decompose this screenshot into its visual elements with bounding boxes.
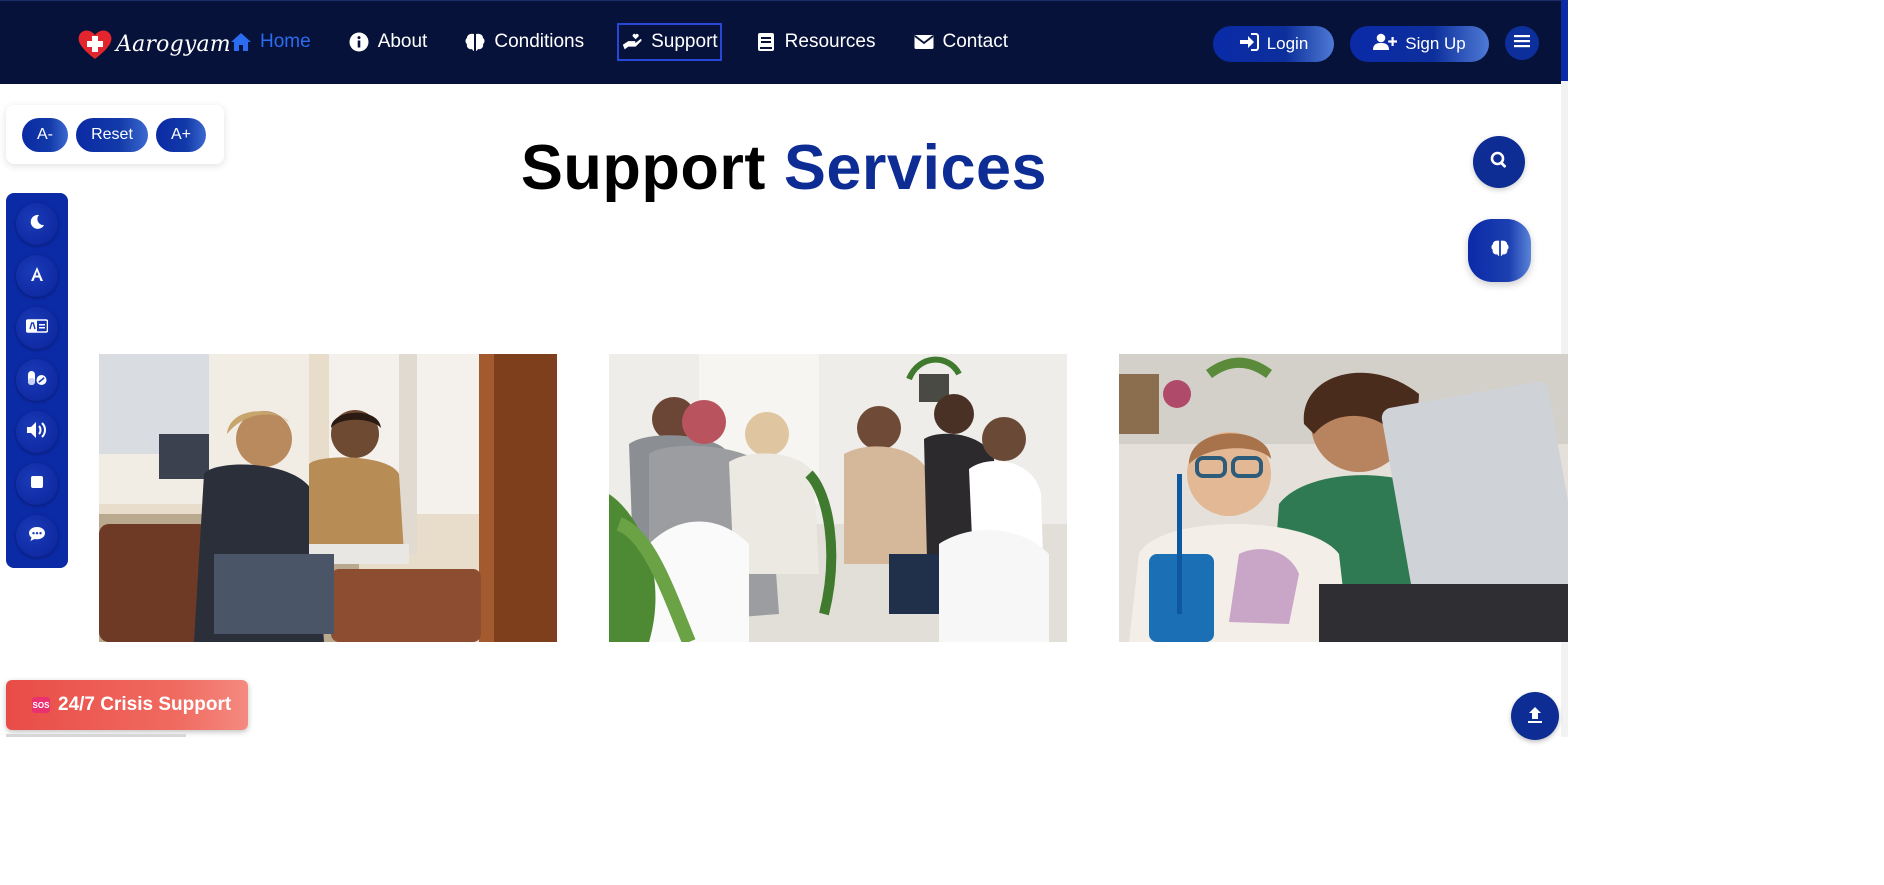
accessibility-toolbar bbox=[6, 193, 68, 568]
chat-button[interactable] bbox=[16, 515, 58, 557]
login-label: Login bbox=[1266, 34, 1309, 53]
stop-speech-button[interactable] bbox=[16, 463, 58, 505]
nav-support-label: Support bbox=[651, 31, 718, 52]
language-card-icon bbox=[25, 318, 49, 339]
comment-icon bbox=[28, 526, 46, 547]
home-icon bbox=[230, 31, 252, 53]
brand-logo[interactable]: Aarogyam bbox=[76, 27, 231, 61]
nav-support[interactable]: Support bbox=[617, 23, 722, 61]
stop-icon bbox=[30, 475, 44, 494]
login-button[interactable]: Login bbox=[1213, 26, 1334, 62]
dyslexia-font-button[interactable] bbox=[16, 255, 58, 297]
search-icon bbox=[1490, 151, 1508, 174]
brain-icon bbox=[464, 31, 486, 53]
sign-in-icon bbox=[1239, 32, 1259, 56]
nav-contact-label: Contact bbox=[942, 31, 1008, 52]
book-icon bbox=[755, 31, 777, 53]
nav-home-label: Home bbox=[260, 31, 311, 52]
nav-about-label: About bbox=[377, 31, 428, 52]
top-navbar: Aarogyam Home About Conditions Support R… bbox=[0, 0, 1568, 84]
nav-resources-label: Resources bbox=[784, 31, 876, 52]
nav-home[interactable]: Home bbox=[226, 23, 315, 61]
user-plus-icon bbox=[1373, 33, 1398, 56]
arrow-up-icon bbox=[1525, 704, 1545, 729]
font-icon bbox=[29, 266, 45, 287]
title-part-2: Services bbox=[783, 133, 1048, 203]
nav-conditions-label: Conditions bbox=[494, 31, 585, 52]
hand-holding-heart-icon bbox=[621, 31, 643, 53]
mental-health-assistant-button[interactable] bbox=[1468, 219, 1531, 282]
crisis-support-label: 24/7 Crisis Support bbox=[58, 694, 232, 715]
medication-button[interactable] bbox=[16, 359, 58, 401]
scroll-to-top-button[interactable] bbox=[1511, 692, 1559, 740]
search-button[interactable] bbox=[1473, 136, 1525, 188]
heart-cross-icon bbox=[76, 27, 114, 61]
translate-button[interactable] bbox=[16, 307, 58, 349]
info-circle-icon bbox=[348, 31, 370, 53]
volume-icon bbox=[26, 421, 48, 444]
service-image-group-therapy[interactable] bbox=[609, 354, 1067, 642]
pills-icon bbox=[27, 370, 47, 391]
brain-icon bbox=[1490, 239, 1510, 262]
crisis-support-button[interactable]: SOS 24/7 Crisis Support bbox=[6, 680, 248, 730]
sos-icon: SOS bbox=[32, 697, 50, 713]
nav-contact[interactable]: Contact bbox=[909, 23, 1012, 61]
menu-button[interactable] bbox=[1505, 26, 1539, 60]
nav-resources[interactable]: Resources bbox=[751, 23, 880, 61]
title-part-1: Support bbox=[520, 133, 766, 203]
text-to-speech-button[interactable] bbox=[16, 411, 58, 453]
dark-mode-button[interactable] bbox=[16, 203, 58, 245]
page-title: Support Services bbox=[0, 132, 1568, 204]
service-image-child-support[interactable] bbox=[1119, 354, 1568, 642]
moon-icon bbox=[29, 214, 45, 235]
divider bbox=[6, 734, 186, 737]
signup-label: Sign Up bbox=[1405, 34, 1466, 53]
envelope-icon bbox=[913, 31, 935, 53]
nav-about[interactable]: About bbox=[344, 23, 432, 61]
service-image-counseling[interactable] bbox=[99, 354, 557, 642]
main-nav: Home About Conditions Support Resources bbox=[226, 23, 1041, 61]
brand-name: Aarogyam bbox=[116, 31, 231, 57]
signup-button[interactable]: Sign Up bbox=[1350, 26, 1489, 62]
hamburger-icon bbox=[1514, 34, 1530, 53]
nav-conditions[interactable]: Conditions bbox=[460, 23, 588, 61]
